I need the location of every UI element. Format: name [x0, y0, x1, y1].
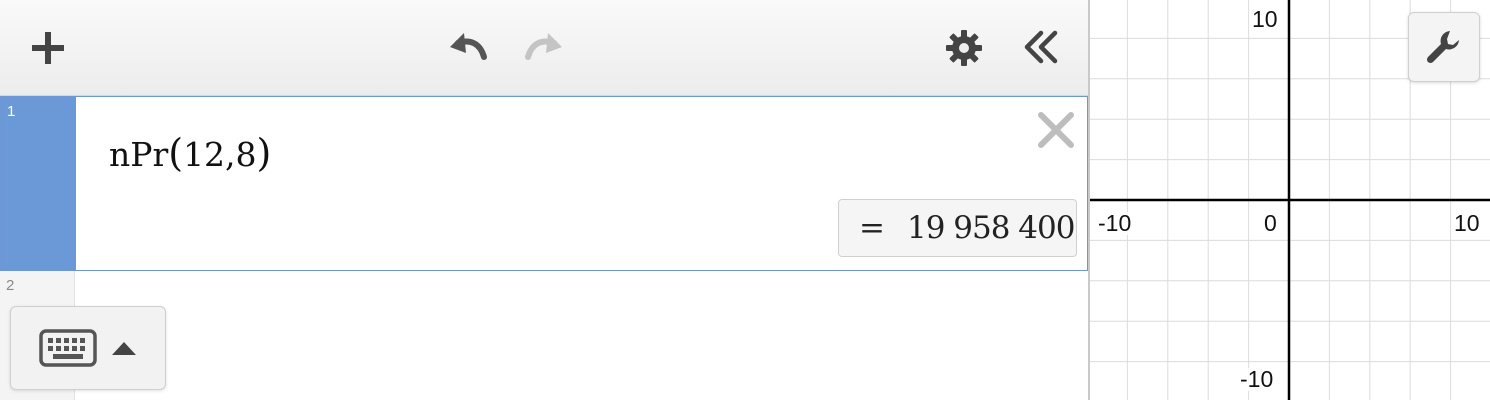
- undo-icon: [450, 33, 487, 60]
- y-tick-label: -10: [1238, 366, 1276, 392]
- result-value: 19 958 400: [906, 210, 1075, 246]
- caret-up-icon: [112, 342, 136, 355]
- delete-expression-button[interactable]: [1035, 109, 1077, 151]
- expression-index: 2: [6, 277, 15, 294]
- expression-index: 1: [7, 103, 16, 120]
- open-paren: (: [168, 131, 184, 175]
- plus-icon: [32, 32, 64, 64]
- result-equals-sign: =: [859, 210, 885, 246]
- x-tick-label: 10: [1452, 210, 1482, 236]
- keyboard-toggle-button[interactable]: [10, 306, 166, 390]
- undo-button[interactable]: [440, 24, 496, 70]
- close-icon: [1038, 112, 1074, 148]
- redo-button[interactable]: [516, 24, 572, 70]
- add-item-button[interactable]: [26, 26, 70, 70]
- settings-button[interactable]: [942, 26, 986, 70]
- gear-icon: [946, 30, 982, 66]
- function-arguments: 12,8: [183, 135, 257, 174]
- close-paren: ): [256, 131, 272, 175]
- expression-panel: 1 nPr(12,8) = 19 958 400 2: [0, 0, 1088, 400]
- collapse-panel-button[interactable]: [1016, 24, 1066, 70]
- graph-settings-button[interactable]: [1408, 12, 1480, 82]
- x-tick-label: -10: [1096, 210, 1134, 236]
- keyboard-icon: [39, 329, 97, 367]
- expression-gutter[interactable]: 1: [1, 97, 76, 270]
- double-chevron-left-icon: [1024, 30, 1058, 64]
- expression-input[interactable]: nPr(12,8): [109, 131, 271, 175]
- evaluation-result: = 19 958 400: [838, 199, 1077, 257]
- redo-icon: [525, 33, 562, 60]
- y-tick-label: 10: [1250, 6, 1280, 32]
- wrench-icon: [1426, 31, 1459, 64]
- function-name: nPr: [109, 135, 169, 174]
- x-tick-label: 0: [1262, 210, 1279, 236]
- expression-row-1[interactable]: 1 nPr(12,8) = 19 958 400: [0, 96, 1088, 271]
- expression-toolbar: [0, 0, 1088, 96]
